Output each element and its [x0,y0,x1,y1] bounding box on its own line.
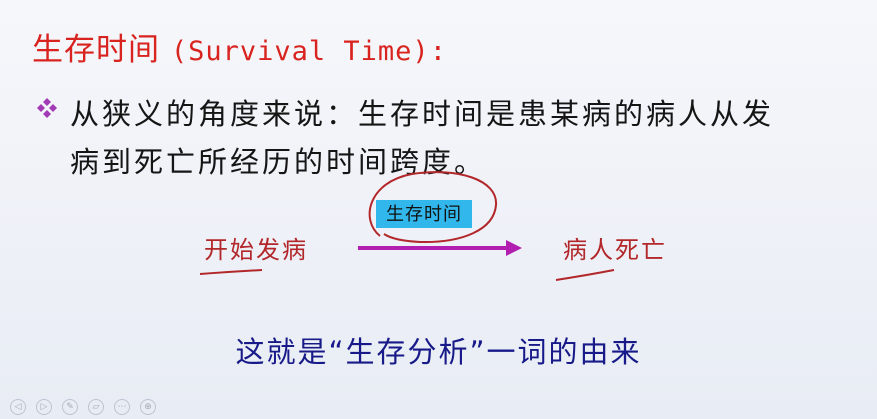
start-label: 开始发病 [204,236,308,264]
zoom-icon[interactable]: ⊕ [140,399,156,415]
slide-title: 生存时间 (Survival Time): [32,24,447,69]
diagram-drawing [199,171,615,281]
arrow-head-icon [506,240,522,256]
diamond-bullet-icon [37,98,57,118]
eraser-icon[interactable]: ▱ [88,399,104,415]
pen-icon[interactable]: ✎ [62,399,78,415]
end-label: 病人死亡 [563,236,667,264]
end-underline [555,269,615,281]
previous-icon[interactable]: ◁ [10,399,26,415]
definition-line-1: 从狭义的角度来说：生存时间是患某病的病人从发 [70,97,775,131]
conclusion-text: 这就是“生存分析”一词的由来 [235,335,642,369]
presentation-slide: 生存时间 (Survival Time): 从狭义的角度来说：生存时间是患某病的… [0,0,877,419]
presentation-toolbar: ◁ ▷ ✎ ▱ ⋯ ⊕ [10,399,156,415]
slide-title-cjk: 生存时间 [32,32,160,68]
survival-time-box: 生存时间 [376,200,472,228]
next-icon[interactable]: ▷ [36,399,52,415]
start-underline [199,269,263,275]
slide-title-latin: (Survival Time): [170,36,447,67]
menu-icon[interactable]: ⋯ [114,399,130,415]
survival-time-diagram: 开始发病 生存时间 病人死亡 [0,160,877,300]
